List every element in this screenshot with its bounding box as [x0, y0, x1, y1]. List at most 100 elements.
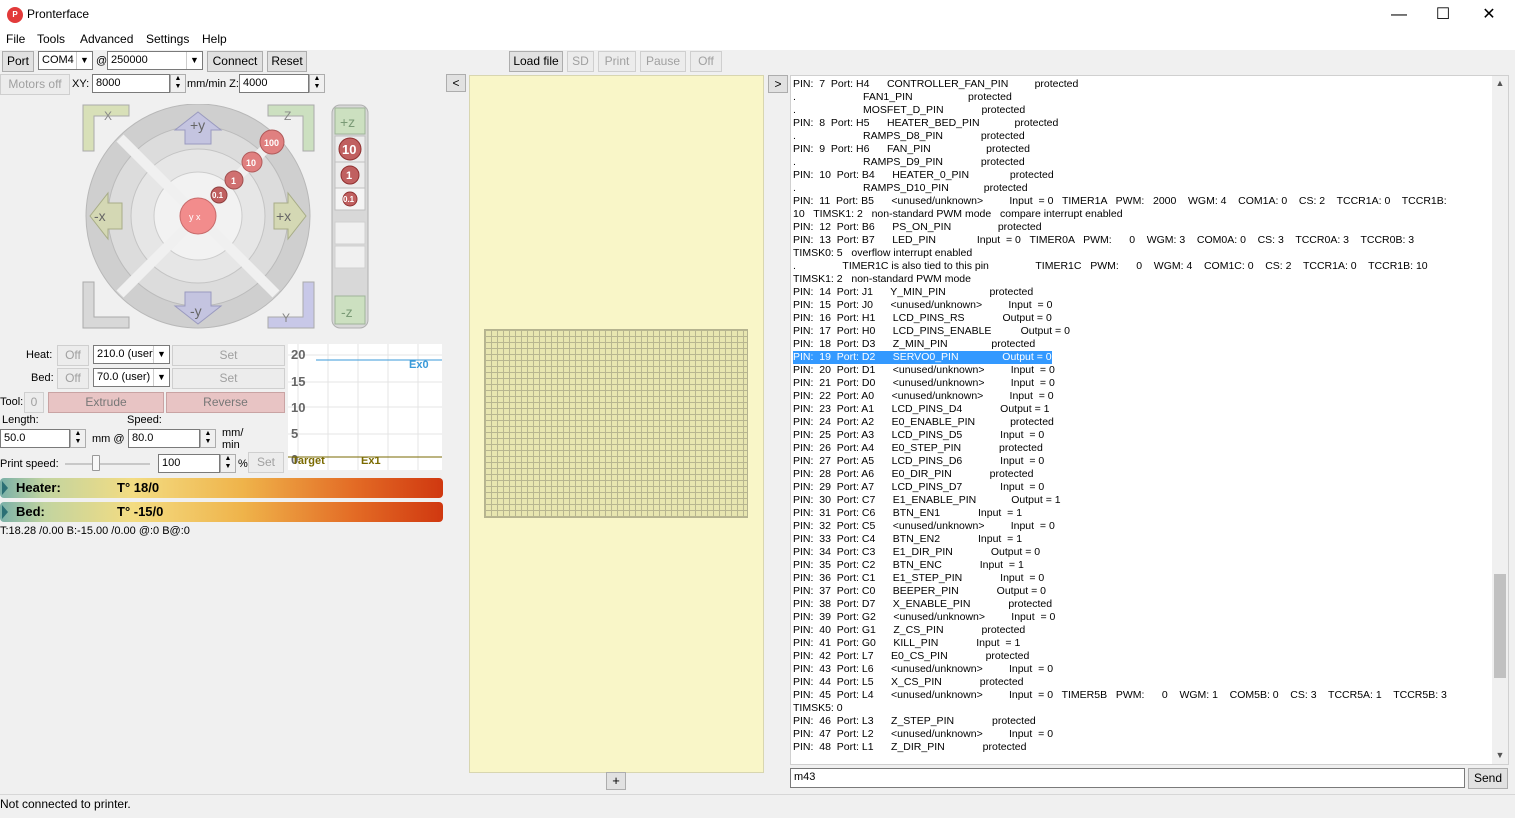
build-plate-grid[interactable] [484, 329, 748, 518]
collapse-right-button[interactable]: > [768, 75, 788, 93]
print-speed-spinner[interactable]: ▲ ▼ [220, 454, 236, 473]
minus-x-label: -x [94, 208, 106, 224]
port-select[interactable]: COM4 ▼ [38, 51, 93, 70]
title-bar: P Pronterface — ☐ ✕ [0, 0, 1515, 30]
home-x-label: X [104, 109, 112, 123]
off-button[interactable]: Off [690, 51, 722, 72]
menu-advanced[interactable]: Advanced [80, 32, 133, 46]
console-line: PIN: 38 Port: D7 X_ENABLE_PIN protected [793, 598, 1053, 610]
target-legend-label: Target [292, 455, 325, 467]
console-line: PIN: 26 Port: A4 E0_STEP_PIN protected [793, 442, 1043, 454]
z-step-10-label: 10 [342, 142, 356, 157]
heat-label: Heat: [26, 349, 53, 361]
speed-input[interactable]: 80.0 [128, 429, 200, 448]
menu-file[interactable]: File [6, 32, 25, 46]
sd-button[interactable]: SD [567, 51, 594, 72]
expand-arrow-icon [2, 505, 8, 519]
bed-temp-bar: Bed: T° -15/0 [0, 502, 443, 522]
connection-status: Not connected to printer. [0, 797, 131, 811]
console-line: PIN: 27 Port: A5 LCD_PINS_D6 Input = 0 [793, 455, 1045, 467]
load-file-button[interactable]: Load file [509, 51, 563, 72]
xy-feedrate-input[interactable]: 8000 [92, 74, 170, 93]
z-jog-control[interactable]: +z 10 1 0.1 -z [331, 104, 369, 329]
collapse-left-button[interactable]: < [446, 74, 466, 92]
tool-select[interactable]: 0 [24, 392, 44, 413]
add-object-button[interactable]: + [606, 772, 626, 790]
menu-help[interactable]: Help [202, 32, 227, 46]
mm-at-label: mm @ [92, 433, 125, 445]
center-label: y x [189, 212, 201, 222]
ex1-legend-label: Ex1 [361, 455, 381, 467]
console-line: PIN: 14 Port: J1 Y_MIN_PIN protected [793, 286, 1034, 298]
send-button[interactable]: Send [1468, 768, 1508, 789]
speed-spinner[interactable]: ▲ ▼ [200, 429, 216, 448]
scrollbar-thumb[interactable] [1494, 574, 1506, 678]
connect-button[interactable]: Connect [207, 51, 263, 72]
minus-y-label: -y [190, 303, 202, 319]
y-tick-10: 10 [291, 400, 305, 415]
console-line: PIN: 34 Port: C3 E1_DIR_PIN Output = 0 [793, 546, 1041, 558]
pause-button[interactable]: Pause [640, 51, 686, 72]
console-line: PIN: 32 Port: C5 <unused/unknown> Input … [793, 520, 1055, 532]
print-speed-slider[interactable] [65, 463, 150, 465]
baud-value: 250000 [111, 54, 148, 66]
print-speed-slider-handle[interactable] [92, 455, 100, 471]
print-speed-input[interactable]: 100 [158, 454, 220, 473]
console-line: PIN: 36 Port: C1 E1_STEP_PIN Input = 0 [793, 572, 1045, 584]
z-step-1-label: 1 [346, 170, 352, 182]
console-line: PIN: 8 Port: H5 HEATER_BED_PIN protected [793, 117, 1059, 129]
heat-temp-select[interactable]: 210.0 (user) ▼ [93, 345, 170, 364]
plus-y-label: +y [190, 117, 205, 133]
heat-set-button[interactable]: Set [172, 345, 285, 366]
speed-label: Speed: [127, 414, 162, 426]
console-line: PIN: 22 Port: A0 <unused/unknown> Input … [793, 390, 1054, 402]
z-feedrate-spinner[interactable]: ▲ ▼ [309, 74, 325, 93]
length-input[interactable]: 50.0 [0, 429, 70, 448]
console-line: PIN: 44 Port: L5 X_CS_PIN protected [793, 676, 1024, 688]
print-speed-label: Print speed: [0, 458, 59, 470]
console-line: TIMSK0: 5 overflow interrupt enabled [793, 247, 973, 259]
close-button[interactable]: ✕ [1466, 0, 1512, 30]
z-step-01-label: 0.1 [343, 195, 355, 204]
heat-off-button[interactable]: Off [57, 345, 89, 366]
console-line: PIN: 12 Port: B6 PS_ON_PIN protected [793, 221, 1042, 233]
scroll-down-icon[interactable]: ▼ [1492, 750, 1508, 762]
pronterface-app-icon: P [7, 7, 23, 23]
reverse-button[interactable]: Reverse [166, 392, 285, 413]
z-feedrate-input[interactable]: 4000 [239, 74, 309, 93]
ex0-legend-label: Ex0 [409, 359, 429, 371]
heater-bar-label: Heater: [16, 480, 61, 495]
xy-jog-control[interactable]: +y -y -x +x X Z Y 100 10 1 0.1 y x [82, 104, 316, 329]
bed-set-button[interactable]: Set [172, 368, 285, 389]
print-speed-set-button[interactable]: Set [248, 452, 284, 473]
console-line: PIN: 41 Port: G0 KILL_PIN Input = 1 [793, 637, 1021, 649]
baud-select[interactable]: 250000 ▼ [107, 51, 203, 70]
scroll-up-icon[interactable]: ▲ [1492, 78, 1508, 90]
xy-feedrate-spinner[interactable]: ▲ ▼ [170, 74, 186, 93]
reset-button[interactable]: Reset [267, 51, 307, 72]
motors-off-button[interactable]: Motors off [0, 74, 70, 95]
maximize-button[interactable]: ☐ [1420, 0, 1466, 30]
bed-temp-select[interactable]: 70.0 (user) ▼ [93, 368, 170, 387]
y-tick-5: 5 [291, 426, 298, 441]
port-value: COM4 [42, 54, 74, 66]
bed-off-button[interactable]: Off [57, 368, 89, 389]
console-scrollbar[interactable]: ▲ ▼ [1492, 76, 1508, 764]
step-100-label: 100 [264, 138, 279, 148]
command-input[interactable]: m43 [790, 768, 1465, 788]
chevron-down-icon: ▼ [76, 52, 92, 69]
console-line: PIN: 13 Port: B7 LED_PIN Input = 0 TIMER… [793, 234, 1415, 246]
menu-tools[interactable]: Tools [37, 32, 65, 46]
console-line: PIN: 42 Port: L7 E0_CS_PIN protected [793, 650, 1030, 662]
chevron-down-icon: ▼ [153, 346, 169, 363]
length-spinner[interactable]: ▲ ▼ [70, 429, 86, 448]
menu-settings[interactable]: Settings [146, 32, 189, 46]
console-line: PIN: 37 Port: C0 BEEPER_PIN Output = 0 [793, 585, 1046, 597]
heater-bar-value: T° 18/0 [117, 480, 160, 495]
minimize-button[interactable]: — [1376, 0, 1422, 30]
console-line: PIN: 23 Port: A1 LCD_PINS_D4 Output = 1 [793, 403, 1050, 415]
port-button[interactable]: Port [2, 51, 34, 72]
print-button[interactable]: Print [598, 51, 636, 72]
extrude-button[interactable]: Extrude [48, 392, 164, 413]
status-bar: Not connected to printer. [0, 794, 1515, 813]
